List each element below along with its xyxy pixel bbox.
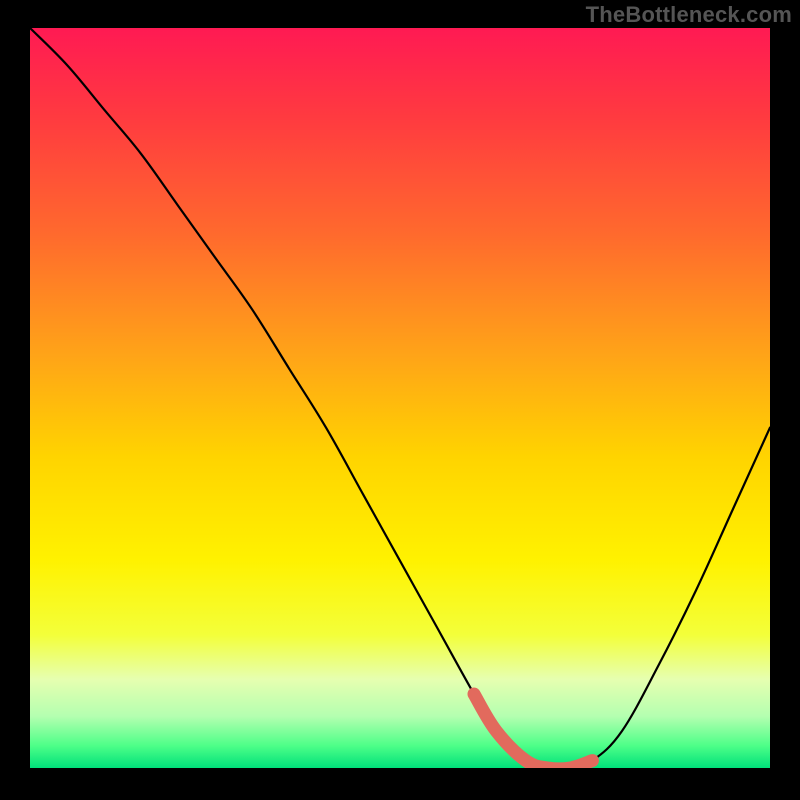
gradient-background	[30, 28, 770, 768]
chart-frame: TheBottleneck.com	[0, 0, 800, 800]
plot-area	[30, 28, 770, 768]
chart-svg	[30, 28, 770, 768]
watermark-text: TheBottleneck.com	[586, 2, 792, 28]
